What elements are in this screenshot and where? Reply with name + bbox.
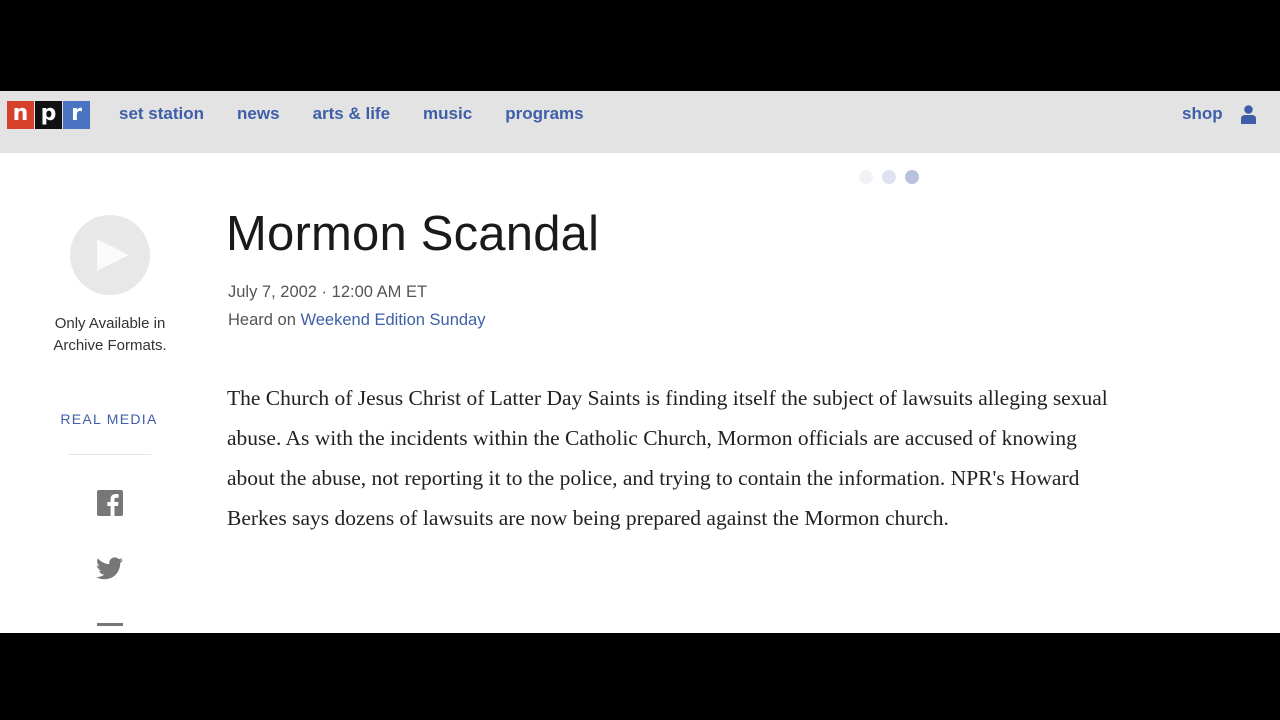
heard-on-prefix: Heard on	[228, 311, 296, 329]
user-icon[interactable]	[1241, 105, 1256, 124]
shop-link[interactable]: shop	[1182, 104, 1223, 124]
nav-news[interactable]: news	[237, 104, 280, 124]
heard-on-line: Heard on Weekend Edition Sunday	[228, 311, 485, 330]
loading-indicator	[859, 170, 928, 184]
loading-dot	[859, 170, 873, 184]
logo-letter-p: p	[35, 101, 62, 129]
rail-divider	[68, 454, 151, 455]
nav-music[interactable]: music	[423, 104, 472, 124]
story-summary: The Church of Jesus Christ of Latter Day…	[227, 386, 1108, 530]
program-link[interactable]: Weekend Edition Sunday	[300, 311, 485, 329]
loading-dot	[905, 170, 919, 184]
browser-viewport: n p r set station news arts & life music…	[0, 91, 1280, 633]
real-media-link[interactable]: REAL MEDIA	[40, 411, 178, 427]
logo-letter-n: n	[7, 101, 34, 129]
loading-dot	[882, 170, 896, 184]
twitter-icon[interactable]	[96, 557, 123, 580]
site-header: n p r set station news arts & life music…	[0, 91, 1280, 153]
archive-availability-note: Only Available in Archive Formats.	[53, 315, 167, 354]
play-button[interactable]	[70, 215, 150, 295]
main-nav: set station news arts & life music progr…	[119, 104, 617, 124]
nav-programs[interactable]: programs	[505, 104, 583, 124]
npr-logo[interactable]: n p r	[7, 101, 91, 129]
play-icon	[97, 239, 129, 271]
more-icon[interactable]	[97, 623, 123, 626]
story-title: Mormon Scandal	[226, 207, 600, 261]
logo-letter-r: r	[63, 101, 90, 129]
nav-set-station[interactable]: set station	[119, 104, 204, 124]
facebook-icon[interactable]	[97, 490, 123, 516]
nav-arts-life[interactable]: arts & life	[313, 104, 390, 124]
story-dateline: July 7, 2002 · 12:00 AM ET	[228, 283, 428, 301]
